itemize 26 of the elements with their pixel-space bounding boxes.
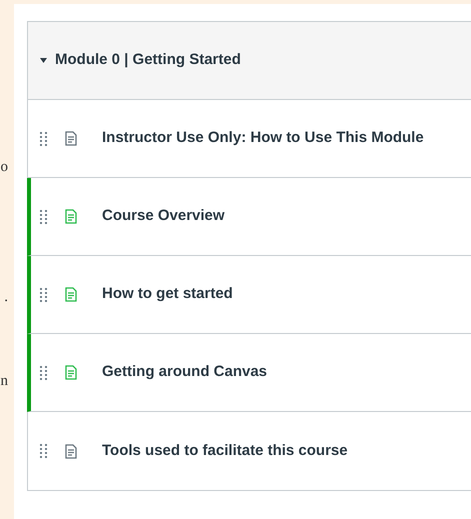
module-item[interactable]: Course Overview [27,178,471,256]
drag-handle-icon[interactable] [40,210,48,224]
drag-handle-icon[interactable] [40,132,48,146]
caret-down-icon [40,58,47,63]
document-icon [65,209,77,224]
document-icon [65,365,77,380]
item-title[interactable]: Tools used to facilitate this course [102,440,348,462]
module-item[interactable]: Tools used to facilitate this course [28,412,471,490]
item-title[interactable]: Getting around Canvas [102,361,268,384]
module-item[interactable]: How to get started [27,256,471,334]
module-item[interactable]: Getting around Canvas [27,334,471,412]
drag-handle-icon[interactable] [40,288,48,302]
text-fragment: . [4,288,8,306]
text-fragment: n [0,372,8,390]
document-icon [65,287,77,302]
module-title: Module 0 | Getting Started [55,50,241,70]
text-fragment: o [0,158,8,176]
drag-handle-icon[interactable] [40,366,48,380]
item-title[interactable]: Course Overview [102,205,225,228]
document-icon [65,444,77,458]
item-title[interactable]: Instructor Use Only: How to Use This Module [102,127,424,150]
module-header[interactable]: Module 0 | Getting Started [28,22,471,100]
item-title[interactable]: How to get started [102,283,233,306]
module-item[interactable]: Instructor Use Only: How to Use This Module [28,100,471,178]
document-icon [65,131,77,146]
drag-handle-icon[interactable] [40,444,48,458]
